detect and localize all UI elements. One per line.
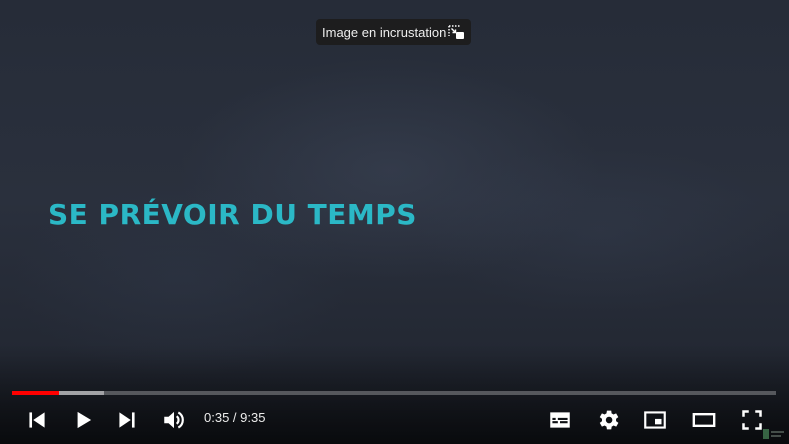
player-controls: 0:35 / 9:35	[0, 398, 789, 444]
progress-bar[interactable]	[12, 391, 776, 395]
video-player[interactable]: SE PRÉVOIR DU TEMPS Image en incrustatio…	[0, 0, 789, 444]
play-button[interactable]	[65, 402, 101, 438]
time-current: 0:35	[204, 410, 230, 425]
theater-mode-button[interactable]	[686, 402, 722, 438]
next-button[interactable]	[109, 402, 145, 438]
miniplayer-icon	[644, 411, 666, 429]
time-separator: /	[229, 410, 241, 425]
time-total: 9:35	[240, 410, 266, 425]
previous-icon	[29, 412, 45, 428]
fullscreen-icon	[742, 410, 762, 430]
pip-tooltip: Image en incrustation	[316, 19, 471, 45]
settings-icon	[599, 410, 619, 430]
time-display: 0:35 / 9:35	[204, 410, 265, 425]
channel-watermark-icon	[763, 429, 784, 439]
pip-tooltip-label: Image en incrustation	[322, 24, 447, 40]
settings-button[interactable]	[590, 402, 626, 438]
video-title-text: SE PRÉVOIR DU TEMPS	[48, 198, 417, 231]
subtitles-button[interactable]	[542, 402, 578, 438]
volume-icon	[164, 411, 184, 429]
pip-icon	[448, 25, 464, 39]
play-icon	[77, 411, 92, 429]
subtitles-icon	[550, 412, 570, 428]
previous-button[interactable]	[19, 402, 55, 438]
miniplayer-button[interactable]	[637, 402, 673, 438]
progress-played	[12, 391, 59, 395]
theater-icon	[692, 412, 716, 428]
next-icon	[119, 412, 135, 428]
volume-button[interactable]	[156, 402, 192, 438]
